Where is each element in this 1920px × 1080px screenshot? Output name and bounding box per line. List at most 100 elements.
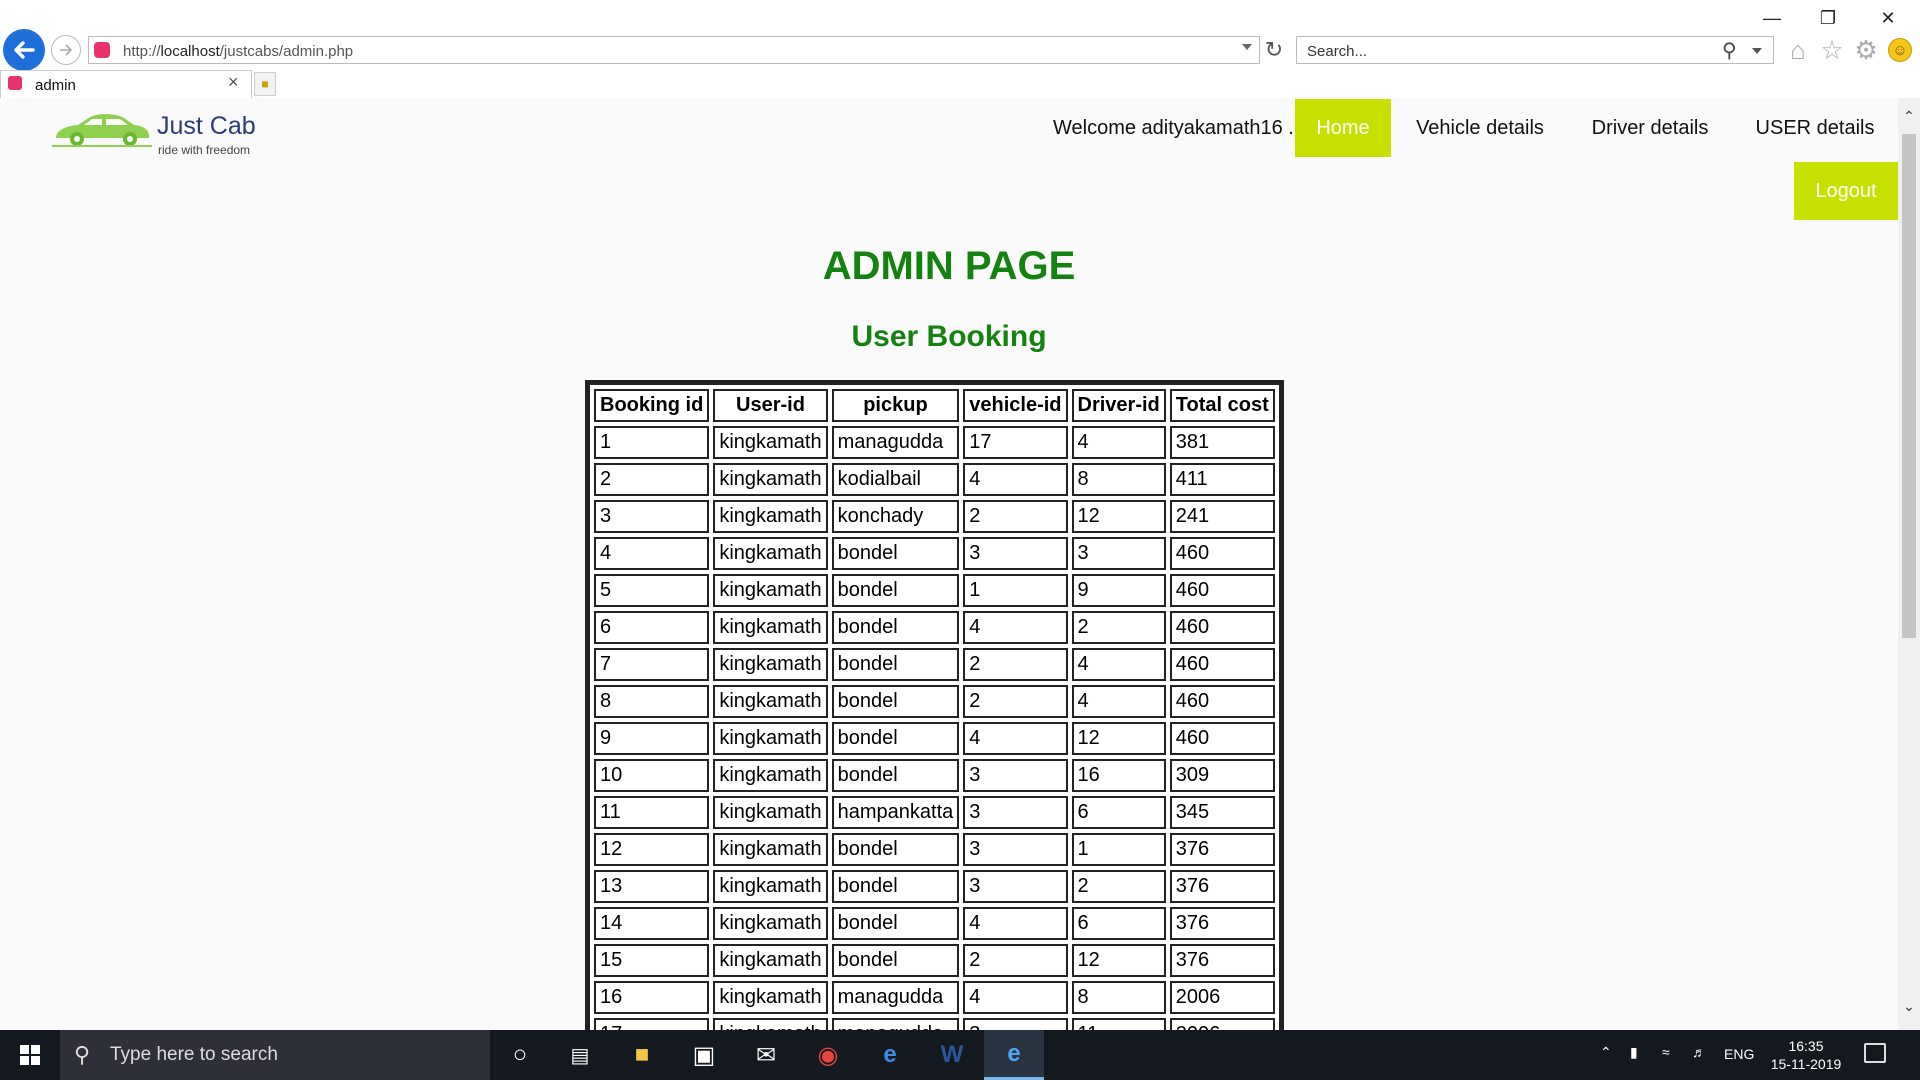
tray-chevron-icon[interactable]: ⌃ [1600,1044,1612,1061]
table-cell: 17 [594,1018,710,1030]
tab-favicon-icon [8,76,22,90]
table-cell: 7 [594,648,710,681]
nav-home[interactable]: Home [1295,99,1391,157]
language-indicator[interactable]: ENG [1724,1046,1754,1062]
table-cell: 6 [1071,796,1166,829]
task-view-icon[interactable]: ▤ [550,1030,610,1080]
browser-tab[interactable]: admin [0,70,252,98]
address-bar[interactable]: http://localhost/justcabs/admin.php [88,36,1260,64]
table-cell: 2 [963,685,1068,718]
url-prefix: http:// [123,43,161,60]
search-input[interactable]: Search... [1296,36,1774,64]
taskbar-clock[interactable]: 16:35 15-11-2019 [1764,1037,1848,1073]
file-explorer-icon[interactable]: ■ [612,1030,672,1080]
table-cell: 3 [963,870,1068,903]
table-cell: 460 [1169,648,1275,681]
table-cell: 3 [963,759,1068,792]
forward-button[interactable] [51,35,81,65]
table-row: 16 kingkamath managudda 4 8 2006 [594,981,1275,1014]
table-cell: 3 [963,537,1068,570]
taskbar-search-input[interactable]: Type here to search [60,1030,490,1080]
table-cell: 376 [1169,833,1275,866]
table-cell: 17 [963,426,1068,459]
table-cell: 460 [1169,537,1275,570]
back-button[interactable] [3,29,45,71]
site-logo[interactable]: Just Cab ride with freedom [52,106,262,157]
scroll-up-icon[interactable]: ⌃ [1898,108,1920,125]
address-dropdown-icon[interactable] [1242,44,1252,50]
column-header: Driver-id [1071,389,1166,422]
table-cell: 11 [594,796,710,829]
restore-button[interactable]: ❐ [1808,6,1848,30]
table-cell: 381 [1169,426,1275,459]
refresh-icon[interactable]: ↻ [1262,36,1286,64]
nav-vehicle-details[interactable]: Vehicle details [1395,99,1565,157]
chrome-icon[interactable]: ◉ [798,1030,858,1080]
scrollbar-thumb[interactable] [1902,134,1916,638]
clock-time: 16:35 [1788,1038,1824,1054]
vertical-scrollbar[interactable]: ⌃ ⌄ [1898,98,1920,1030]
column-header: Total cost [1169,389,1275,422]
table-cell: bondel [831,685,960,718]
booking-table-container: Booking id User-id pickup vehicle-id Driver-… [585,380,1284,1030]
new-tab-button[interactable]: ■ [254,72,276,96]
table-cell: 2 [1071,870,1166,903]
table-cell: kingkamath [713,426,828,459]
table-cell: kingkamath [713,500,828,533]
search-icon[interactable]: ⚲ [1722,38,1737,63]
edge-icon[interactable]: e [860,1030,920,1080]
table-cell: kingkamath [713,907,828,940]
table-cell: kingkamath [713,870,828,903]
nav-user-details[interactable]: USER details [1740,99,1890,157]
word-icon[interactable]: W [922,1030,982,1080]
table-body: 1 kingkamath managudda 17 4 381 2 kingkamath kod… [594,426,1275,1030]
favorites-star-icon[interactable]: ☆ [1818,35,1846,65]
volume-icon[interactable]: ♬ [1692,1044,1706,1060]
notification-center-icon[interactable] [1864,1043,1886,1063]
close-window-button[interactable]: ✕ [1868,6,1908,30]
table-cell: hampankatta [831,796,960,829]
table-cell: 460 [1169,685,1275,718]
start-button[interactable] [0,1030,60,1080]
windows-taskbar: Type here to search ⚲ ○ ▤ ■ ▣ ✉ ◉ e W e … [0,1030,1920,1080]
table-cell: 376 [1169,870,1275,903]
table-row: 14 kingkamath bondel 4 6 376 [594,907,1275,940]
url-path: /justcabs/admin.php [219,43,354,60]
table-row: 7 kingkamath bondel 2 4 460 [594,648,1275,681]
table-cell: 8 [1071,463,1166,496]
settings-gear-icon[interactable]: ⚙ [1852,35,1880,65]
table-cell: 460 [1169,722,1275,755]
cortana-icon[interactable]: ○ [490,1030,550,1080]
table-cell: managudda [831,981,960,1014]
scroll-down-icon[interactable]: ⌄ [1898,998,1920,1015]
table-cell: 4 [1071,648,1166,681]
table-cell: 2 [1071,611,1166,644]
tab-close-icon[interactable]: × [228,72,239,93]
table-cell: 16 [594,981,710,1014]
minimize-button[interactable]: — [1752,6,1792,30]
table-header-row: Booking id User-id pickup vehicle-id Driver-… [594,389,1275,422]
table-cell: 411 [1169,463,1275,496]
table-row: 17kingkamathmanagudda3112006 [594,1018,1275,1030]
column-header: Booking id [594,389,710,422]
internet-explorer-icon[interactable]: e [984,1030,1044,1080]
table-cell: 376 [1169,907,1275,940]
battery-icon[interactable]: ▮ [1630,1044,1638,1061]
arrow-left-icon [14,41,35,59]
table-row: 10 kingkamath bondel 3 16 309 [594,759,1275,792]
table-cell: 8 [594,685,710,718]
table-cell: kingkamath [713,833,828,866]
search-dropdown-icon[interactable] [1752,48,1762,54]
wifi-icon[interactable]: ≈ [1662,1044,1670,1060]
table-cell: bondel [831,574,960,607]
home-icon[interactable]: ⌂ [1784,35,1812,65]
table-cell: 1 [594,426,710,459]
mail-icon[interactable]: ✉ [736,1030,796,1080]
table-cell: 1 [963,574,1068,607]
feedback-smiley-icon[interactable]: ☺ [1888,38,1912,62]
logout-button[interactable]: Logout [1794,162,1898,220]
store-icon[interactable]: ▣ [674,1030,734,1080]
table-cell: 3 [594,500,710,533]
table-row: 4 kingkamath bondel 3 3 460 [594,537,1275,570]
nav-driver-details[interactable]: Driver details [1570,99,1730,157]
